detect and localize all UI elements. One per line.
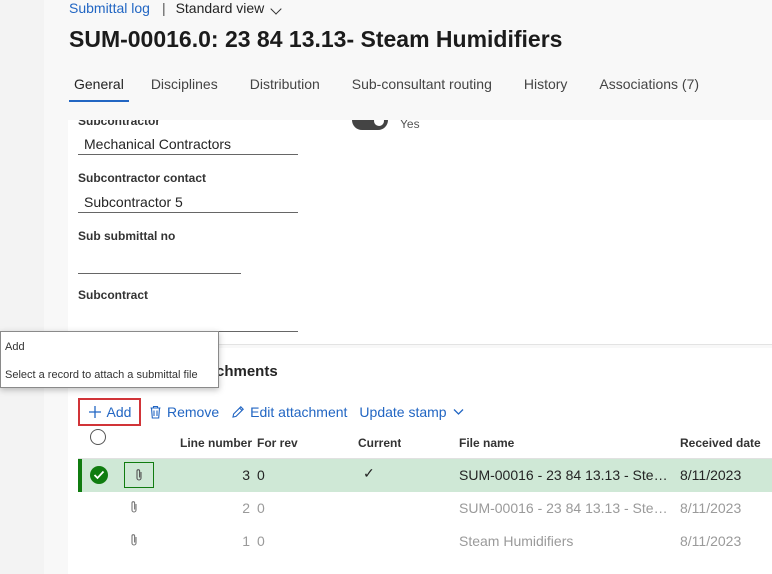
remove-button[interactable]: Remove: [143, 398, 225, 426]
update-stamp-button[interactable]: Update stamp: [353, 398, 469, 426]
add-tooltip: Add Select a record to attach a submitta…: [0, 331, 219, 388]
update-stamp-label: Update stamp: [359, 404, 447, 420]
subcontractor-contact-field[interactable]: Subcontractor 5: [78, 191, 298, 213]
view-name: Standard view: [175, 0, 265, 16]
page-title: SUM-00016.0: 23 84 13.13- Steam Humidifi…: [69, 26, 563, 52]
sub-submittal-no-field[interactable]: [78, 252, 241, 274]
column-for-rev[interactable]: For rev: [257, 436, 298, 450]
column-line-number[interactable]: Line number: [180, 436, 252, 450]
add-button[interactable]: Add: [78, 398, 141, 426]
remove-button-label: Remove: [167, 404, 220, 420]
general-form-card: Subcontractor Mechanical Contractors Yes…: [68, 120, 772, 345]
column-current[interactable]: Current: [358, 436, 401, 450]
yes-toggle[interactable]: [352, 120, 388, 130]
paperclip-icon: [136, 469, 142, 481]
row-received-date: 8/11/2023: [680, 467, 742, 483]
breadcrumb-submittal-log-link[interactable]: Submittal log: [69, 0, 150, 16]
row-received-date: 8/11/2023: [680, 533, 742, 549]
tooltip-description: Select a record to attach a submittal fi…: [5, 369, 198, 381]
add-button-label: Add: [106, 404, 132, 420]
tab-bar: General Disciplines Distribution Sub-con…: [69, 76, 726, 102]
tooltip-title: Add: [5, 341, 25, 353]
subcontractor-contact-label: Subcontractor contact: [78, 171, 207, 185]
row-line-number: 2: [242, 500, 250, 516]
table-row[interactable]: 1 0 Steam Humidifiers 8/11/2023: [78, 525, 772, 558]
row-current-check-icon: ✓: [363, 465, 375, 481]
table-row[interactable]: 3 0 ✓ SUM-00016 - 23 84 13.13 - Steam Hu…: [78, 459, 772, 492]
paperclip-icon[interactable]: [130, 533, 138, 547]
tab-general[interactable]: General: [69, 76, 129, 102]
edit-attachment-button[interactable]: Edit attachment: [225, 398, 353, 426]
subcontractor-label: Subcontractor: [78, 120, 161, 128]
tab-associations[interactable]: Associations (7): [594, 76, 704, 100]
left-nav-strip: [0, 0, 45, 574]
tab-history[interactable]: History: [519, 76, 573, 100]
toggle-label: Yes: [400, 120, 420, 131]
attachments-grid-header: Line number For rev Current File name Re…: [78, 429, 772, 459]
row-for-rev: 0: [257, 500, 265, 516]
table-row[interactable]: 2 0 SUM-00016 - 23 84 13.13 - Steam Humi…: [78, 492, 772, 525]
page-header: Submittal log | Standard view SUM-00016.…: [44, 0, 772, 118]
attachments-toolbar: Add Remove Edit attachment Update stamp: [78, 398, 470, 426]
chevron-down-icon: [270, 3, 282, 15]
pencil-icon: [231, 405, 245, 419]
row-selected-check-icon[interactable]: [90, 466, 108, 484]
column-received-date[interactable]: Received date: [680, 436, 761, 450]
attachment-clip-button[interactable]: [124, 462, 154, 488]
subcontract-label: Subcontract: [78, 288, 149, 302]
attachments-section-title: chments: [216, 363, 278, 380]
tab-disciplines[interactable]: Disciplines: [146, 76, 223, 100]
row-file-name[interactable]: Steam Humidifiers: [459, 533, 669, 549]
row-file-name[interactable]: SUM-00016 - 23 84 13.13 - Steam Humidifi…: [459, 467, 669, 483]
row-line-number: 3: [242, 467, 250, 483]
subcontractor-field[interactable]: Mechanical Contractors: [78, 133, 298, 155]
row-for-rev: 0: [257, 533, 265, 549]
select-all-checkbox[interactable]: [90, 429, 106, 445]
trash-icon: [149, 405, 162, 419]
breadcrumb-separator: |: [161, 0, 166, 16]
row-received-date: 8/11/2023: [680, 500, 742, 516]
paperclip-icon[interactable]: [130, 500, 138, 514]
sub-submittal-no-label: Sub submittal no: [78, 229, 176, 243]
view-selector[interactable]: Standard view: [175, 0, 282, 16]
tab-sub-consultant-routing[interactable]: Sub-consultant routing: [347, 76, 497, 100]
column-file-name[interactable]: File name: [459, 436, 514, 450]
edit-attachment-label: Edit attachment: [250, 404, 348, 420]
subcontract-field[interactable]: [78, 310, 298, 332]
row-file-name[interactable]: SUM-00016 - 23 84 13.13 - Steam Humidifi…: [459, 500, 669, 516]
row-line-number: 1: [242, 533, 250, 549]
row-for-rev: 0: [257, 467, 265, 483]
chevron-down-icon: [453, 408, 464, 416]
breadcrumb: Submittal log | Standard view: [69, 0, 282, 16]
plus-icon: [88, 405, 102, 419]
tab-distribution[interactable]: Distribution: [245, 76, 325, 100]
